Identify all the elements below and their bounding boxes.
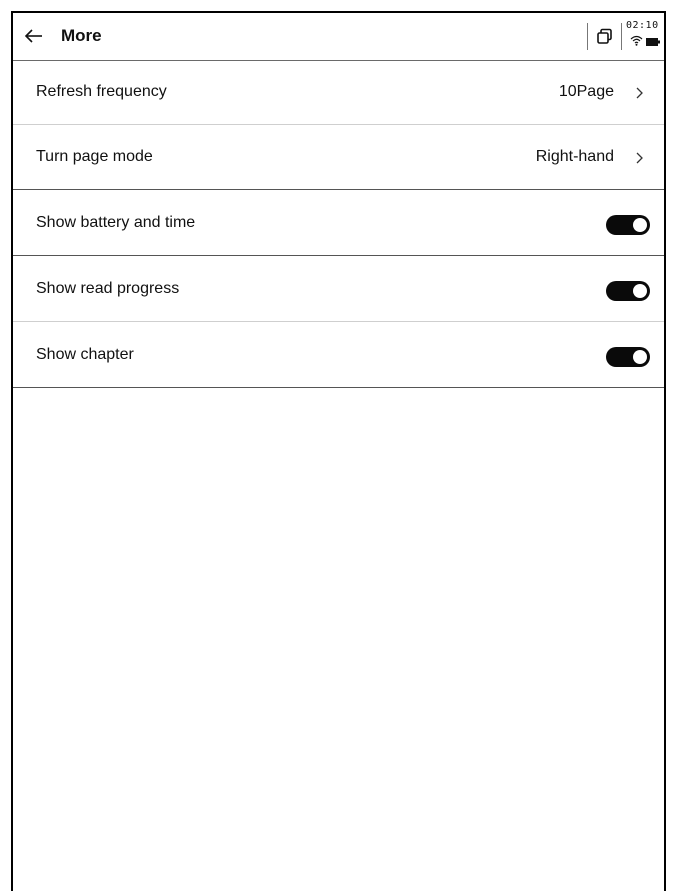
setting-label: Turn page mode [36,148,153,165]
chevron-right-icon [636,152,643,164]
settings-screen: More 02:10 Refresh frequency 10Page Turn… [11,11,666,891]
toggle-knob [633,350,647,364]
chevron-right-icon [636,87,643,99]
status-divider [587,23,588,50]
setting-show-battery-and-time[interactable]: Show battery and time [13,192,664,256]
setting-value: Right-hand [535,148,614,165]
setting-label: Refresh frequency [36,83,167,100]
setting-label: Show chapter [36,346,134,363]
setting-show-read-progress[interactable]: Show read progress [13,258,664,322]
overlapping-windows-icon[interactable] [596,28,613,45]
show-read-progress-toggle[interactable] [606,281,650,301]
toggle-knob [633,284,647,298]
app-header: More 02:10 [13,13,664,61]
show-battery-and-time-toggle[interactable] [606,215,650,235]
page-title: More [61,26,102,45]
setting-show-chapter[interactable]: Show chapter [13,324,664,388]
toggle-knob [633,218,647,232]
arrow-left-icon[interactable] [23,25,45,47]
setting-label: Show read progress [36,280,180,297]
setting-label: Show battery and time [36,214,196,231]
show-chapter-toggle[interactable] [606,347,650,367]
status-time: 02:10 [626,20,659,31]
setting-turn-page-mode[interactable]: Turn page mode Right-hand [13,126,664,190]
setting-refresh-frequency[interactable]: Refresh frequency 10Page [13,61,664,125]
status-divider [621,23,622,50]
battery-icon [646,38,660,46]
wifi-icon [630,35,643,46]
setting-value: 10Page [558,83,614,100]
